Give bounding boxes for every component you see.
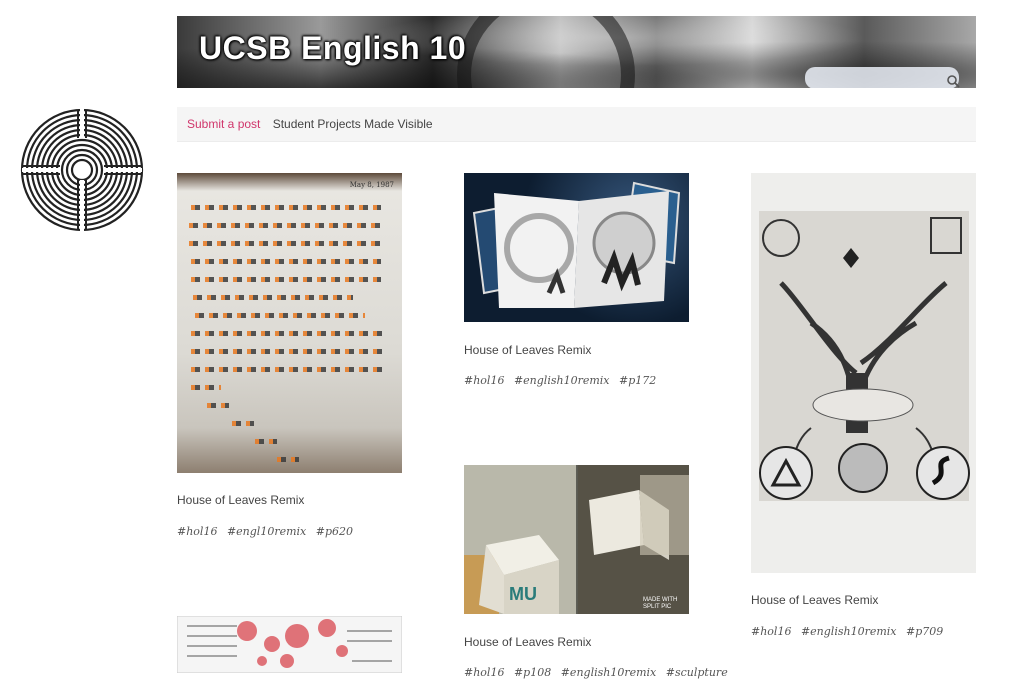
header-banner: UCSB English 10 (177, 16, 976, 88)
post-image[interactable]: May 8, 1987 (177, 173, 402, 473)
post-title[interactable]: House of Leaves Remix (464, 343, 591, 357)
banner-wheel-graphic (457, 16, 635, 88)
tag-link[interactable]: #p172 (619, 374, 656, 387)
post-card[interactable]: MU MADE WITH SPLIT PIC House of Leaves R… (464, 465, 728, 679)
tag-link[interactable]: #english10remix (514, 374, 610, 387)
post-title[interactable]: House of Leaves Remix (464, 635, 591, 649)
tag-link[interactable]: #hol16 (177, 525, 217, 538)
search-input[interactable] (805, 67, 959, 88)
nav-bar: Submit a post Student Projects Made Visi… (177, 107, 976, 142)
post-card[interactable] (177, 616, 402, 673)
post-title[interactable]: House of Leaves Remix (751, 593, 878, 607)
post-image[interactable] (464, 173, 689, 322)
labyrinth-logo[interactable] (20, 108, 144, 232)
svg-text:MU: MU (509, 584, 537, 604)
tag-link[interactable]: #p620 (316, 525, 353, 538)
tag-link[interactable]: #hol16 (464, 374, 504, 387)
paper-cube-graphic: MU (464, 465, 689, 614)
submit-post-link[interactable]: Submit a post (187, 117, 260, 131)
image-date-caption: May 8, 1987 (349, 181, 394, 189)
tag-link[interactable]: #hol16 (751, 625, 791, 638)
post-card[interactable]: House of Leaves Remix #hol16 #english10r… (464, 173, 689, 393)
post-title[interactable]: House of Leaves Remix (177, 493, 304, 507)
book-collage-graphic (472, 181, 681, 308)
post-card[interactable]: May 8, 1987 House of Leaves Remix #hol16… (177, 173, 402, 553)
image-watermark: MADE WITH SPLIT PIC (643, 597, 678, 610)
post-tags: #hol16 #english10remix #p709 (751, 625, 949, 638)
post-tags: #hol16 #english10remix #p172 (464, 374, 662, 387)
site-description: Student Projects Made Visible (272, 117, 433, 131)
site-title[interactable]: UCSB English 10 (199, 30, 466, 67)
tag-link[interactable]: #english10remix (801, 625, 897, 638)
post-image[interactable] (177, 616, 402, 673)
search-icon[interactable] (946, 74, 960, 88)
ink-splatter-graphic (177, 616, 402, 673)
post-tags: #hol16 #engl10remix #p620 (177, 525, 359, 538)
post-image[interactable]: MU MADE WITH SPLIT PIC (464, 465, 689, 614)
tag-link[interactable]: #engl10remix (227, 525, 306, 538)
post-image[interactable] (751, 173, 976, 573)
post-card[interactable]: House of Leaves Remix #hol16 #english10r… (751, 173, 976, 653)
tree-drawing-graphic (759, 211, 970, 501)
tag-link[interactable]: #p709 (906, 625, 943, 638)
